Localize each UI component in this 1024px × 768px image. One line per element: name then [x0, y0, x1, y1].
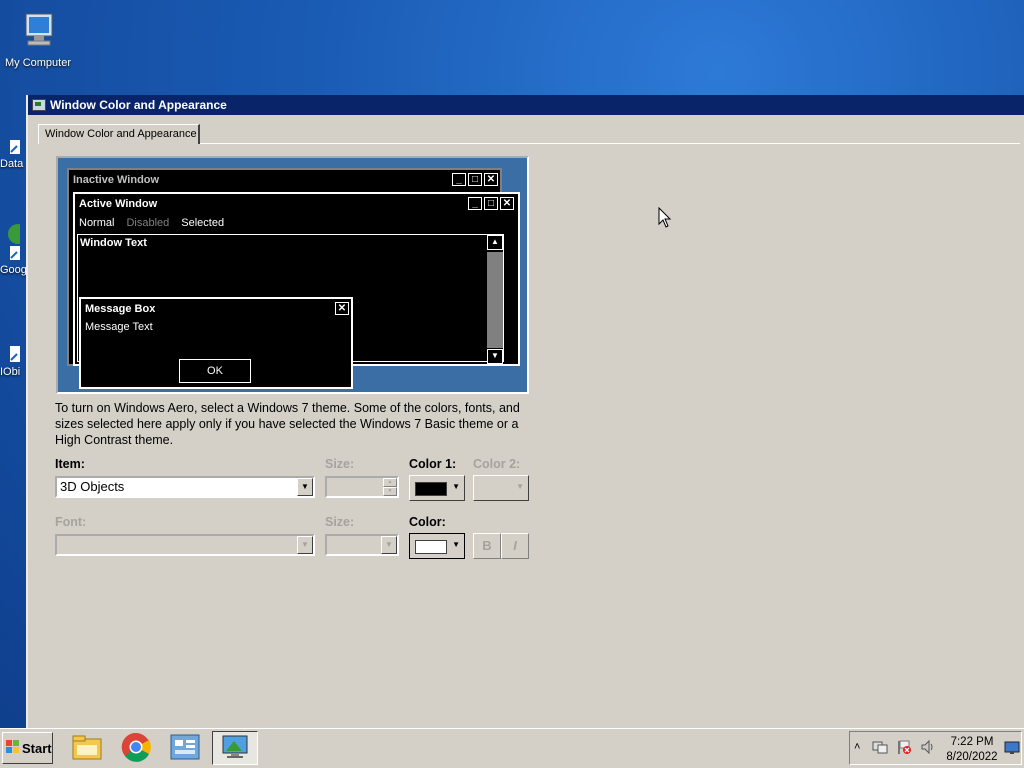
desktop-icon-label: IObi [0, 366, 21, 378]
taskbar: Start ˄ 7:22 PM 8/20/2022 [0, 728, 1024, 768]
item-select-value: 3D Objects [60, 479, 125, 494]
clock[interactable]: 7:22 PM 8/20/2022 [942, 735, 1002, 765]
desktop-icon-google[interactable]: Goog [0, 220, 28, 276]
taskbar-chrome[interactable] [113, 731, 159, 765]
active-window-title: Active Window [79, 198, 158, 210]
show-desktop-icon[interactable] [1004, 741, 1020, 758]
computer-icon [4, 10, 72, 53]
chevron-down-icon[interactable]: ▼ [297, 478, 313, 496]
window-title: Window Color and Appearance [50, 98, 227, 112]
display-icon [32, 99, 46, 111]
font-select[interactable]: ▼ [55, 534, 315, 556]
preview-scrollbar[interactable]: ▲ ▼ [487, 235, 503, 364]
bold-button[interactable]: B [473, 533, 501, 559]
volume-icon[interactable] [920, 739, 936, 758]
font-color-picker[interactable]: ▼ [409, 533, 465, 559]
tab-window-color-appearance[interactable]: Window Color and Appearance [38, 124, 200, 144]
color1-picker[interactable]: ▼ [409, 475, 465, 501]
menu-disabled[interactable]: Disabled [126, 217, 169, 229]
message-text: Message Text [85, 321, 153, 333]
font-color-swatch [415, 540, 447, 554]
desktop-icon-iobit[interactable]: IObi [0, 340, 28, 378]
close-icon: ✕ [484, 173, 498, 186]
font-label: Font: [55, 515, 87, 529]
maximize-icon: □ [484, 197, 498, 210]
title-bar[interactable]: Window Color and Appearance [28, 95, 1024, 115]
preview-menu-bar: Normal Disabled Selected [75, 214, 518, 232]
desktop-icon-my-computer[interactable]: My Computer [4, 10, 72, 69]
font-color-label: Color: [409, 515, 446, 529]
size-spinner[interactable]: ▲ ▼ [325, 476, 399, 498]
taskbar-file-explorer[interactable] [64, 731, 110, 765]
taskbar-display-settings[interactable] [212, 731, 258, 765]
display-icon [220, 733, 250, 764]
font-size-select[interactable]: ▼ [325, 534, 399, 556]
appearance-preview[interactable]: Inactive Window _ □ ✕ Active Window _ □ … [56, 156, 529, 394]
chevron-down-icon[interactable]: ▼ [297, 536, 313, 554]
system-tray: ˄ 7:22 PM 8/20/2022 [849, 731, 1022, 765]
message-box-title: Message Box [85, 303, 156, 315]
item-select[interactable]: 3D Objects ▼ [55, 476, 315, 498]
color1-swatch [415, 482, 447, 496]
desktop-icon-label: Data [0, 158, 24, 170]
chevron-down-icon: ▼ [516, 482, 524, 491]
chevron-down-icon: ▼ [452, 540, 460, 549]
preview-message-box[interactable]: Message Box ✕ Message Text OK [79, 297, 353, 389]
scroll-up-icon: ▲ [487, 235, 503, 250]
color2-label: Color 2: [473, 457, 521, 471]
shortcut-icon [0, 220, 28, 264]
chrome-icon [121, 732, 151, 765]
scroll-down-icon: ▼ [487, 349, 503, 364]
color1-label: Color 1: [409, 457, 457, 471]
clock-date: 8/20/2022 [946, 751, 998, 763]
folder-icon [71, 733, 103, 764]
preview-ok-button[interactable]: OK [179, 359, 251, 383]
show-hidden-icons-icon[interactable]: ˄ [854, 741, 860, 753]
inactive-window-title: Inactive Window [73, 174, 160, 186]
clock-time: 7:22 PM [950, 736, 994, 748]
aero-description: To turn on Windows Aero, select a Window… [55, 401, 520, 447]
italic-button[interactable]: I [501, 533, 529, 559]
taskbar-control-panel[interactable] [162, 731, 208, 765]
tab-divider [200, 143, 1020, 144]
action-center-flag-icon[interactable] [896, 739, 912, 758]
menu-normal[interactable]: Normal [79, 217, 114, 229]
spin-up-icon[interactable]: ▲ [383, 478, 397, 487]
menu-selected[interactable]: Selected [181, 217, 224, 229]
shortcut-icon [0, 118, 20, 158]
start-label: Start [22, 740, 52, 756]
chevron-down-icon[interactable]: ▼ [381, 536, 397, 554]
chevron-down-icon: ▼ [452, 482, 460, 491]
size-label: Size: [325, 457, 355, 471]
window-text-label: Window Text [80, 237, 147, 249]
scroll-thumb [487, 252, 503, 348]
minimize-icon: _ [452, 173, 466, 186]
shortcut-icon [0, 340, 20, 366]
desktop-icon-label: Goog [0, 264, 27, 276]
item-label: Item: [55, 457, 85, 471]
desktop-icon-data[interactable]: Data [0, 118, 28, 170]
control-panel-icon [169, 732, 201, 765]
font-size-label: Size: [325, 515, 355, 529]
windows-logo-icon [6, 739, 20, 757]
mouse-cursor-icon [658, 206, 672, 232]
spin-down-icon[interactable]: ▼ [383, 487, 397, 496]
minimize-icon: _ [468, 197, 482, 210]
color2-picker[interactable]: ▼ [473, 475, 529, 501]
window-color-appearance-dialog: Window Color and Appearance Window Color… [26, 95, 1024, 728]
network-icon[interactable] [872, 739, 888, 758]
close-icon: ✕ [500, 197, 514, 210]
close-icon: ✕ [335, 302, 349, 315]
maximize-icon: □ [468, 173, 482, 186]
desktop-icon-label: My Computer [4, 57, 72, 69]
start-button[interactable]: Start [2, 732, 53, 764]
